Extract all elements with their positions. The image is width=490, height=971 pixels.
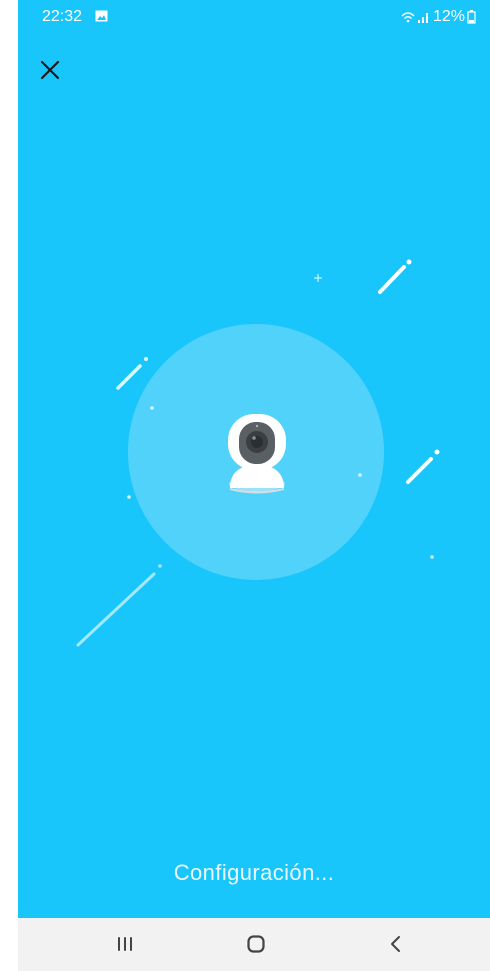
shooting-star [116, 357, 148, 390]
shooting-star [76, 564, 162, 647]
sparkle-dot [430, 555, 434, 559]
setup-status-text: Configuración... [173, 860, 335, 885]
recent-apps-button[interactable] [105, 926, 145, 962]
setup-illustration [76, 259, 440, 647]
camera-icon [228, 414, 286, 494]
back-button[interactable] [376, 926, 416, 962]
sparkle-dot [127, 495, 131, 499]
shooting-star [406, 449, 440, 484]
recent-apps-icon [118, 937, 132, 951]
home-icon [247, 935, 265, 953]
home-button[interactable] [236, 926, 276, 962]
system-nav-bar [18, 918, 490, 971]
setup-screen: 22:32 12% Configuración... [18, 0, 490, 971]
back-icon [391, 936, 400, 952]
sparkle-dot [358, 473, 362, 477]
sparkle-dot [150, 406, 154, 410]
sparkle-icon [314, 274, 322, 282]
shooting-star [378, 259, 412, 294]
